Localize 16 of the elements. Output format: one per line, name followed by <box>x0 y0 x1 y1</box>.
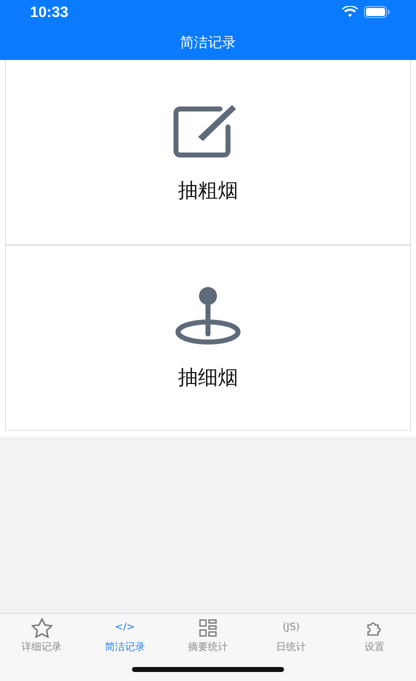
tab-glyph: (JS) <box>282 621 300 635</box>
tab-glyph: </> <box>114 621 135 635</box>
action-tile[interactable]: 抽细烟 <box>5 245 411 431</box>
tab-item[interactable]: </> 简洁记录 <box>83 618 166 654</box>
tab-item[interactable]: (JS) 日统计 <box>250 618 333 654</box>
grid-icon <box>199 619 217 637</box>
nav-title: 简洁记录 <box>180 34 236 52</box>
tab-item[interactable]: 摘要统计 <box>166 618 250 654</box>
map-pin-icon <box>174 286 242 346</box>
battery-icon <box>364 6 390 18</box>
tab-item[interactable]: 设置 <box>332 618 416 654</box>
tab-item[interactable]: 详细记录 <box>0 618 84 654</box>
action-tile[interactable]: 抽粗烟 <box>5 60 411 245</box>
wifi-icon <box>342 6 358 18</box>
status-time: 10:33 <box>30 4 68 20</box>
star-icon <box>30 618 53 638</box>
